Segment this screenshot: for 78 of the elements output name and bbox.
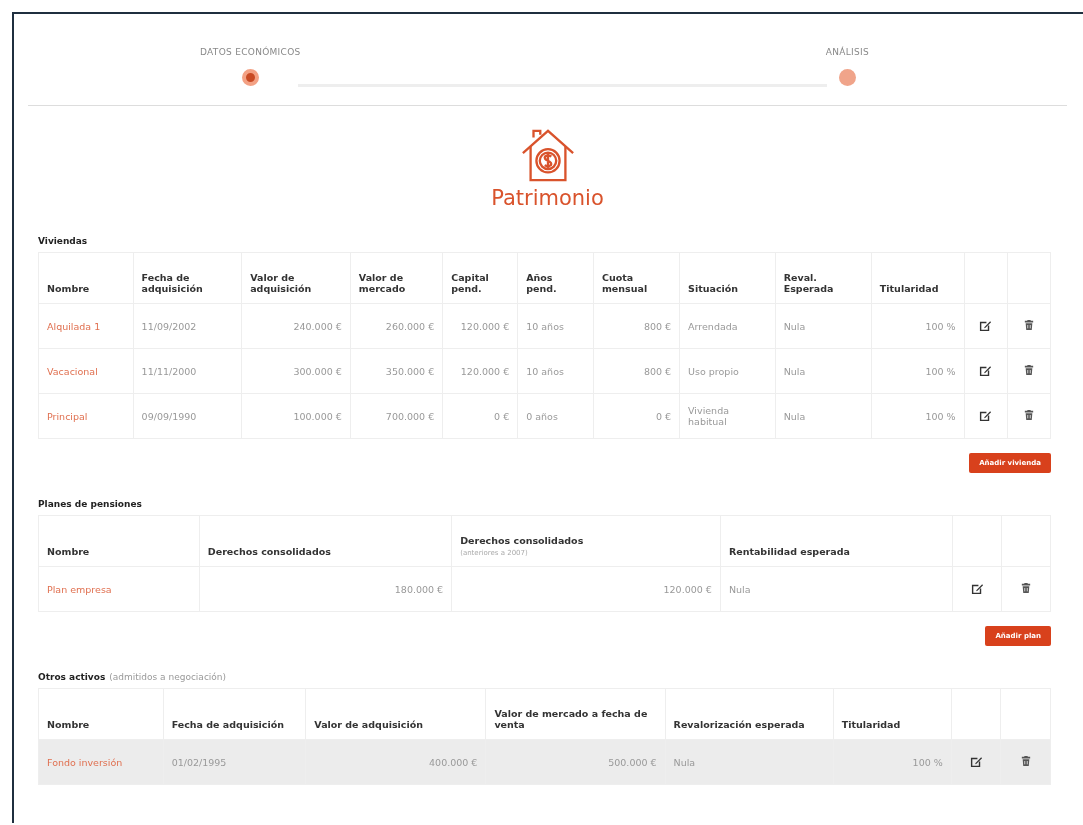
table-row[interactable]: Plan empresa 180.000 € 120.000 € Nula — [38, 566, 1051, 612]
table-cell: 400.000 € — [429, 756, 478, 768]
column-header: Titularidad — [833, 688, 952, 740]
column-header: Fecha de adquisición — [163, 688, 306, 740]
table-cell: 100.000 € — [293, 410, 342, 422]
table-cell: 01/02/1995 — [171, 756, 227, 768]
column-header: Reval. Esperada — [775, 252, 872, 304]
table-row[interactable]: Fondo inversión 01/02/1995 400.000 € 500.000 € Nula 100 % — [38, 739, 1051, 785]
section-heading: Viviendas — [38, 236, 88, 246]
table-row[interactable]: Alquilada 1 11/09/2002 240.000 € 260.000 € 120.000 € 10 años 800 € Arrendada Nula 100 % — [38, 303, 1051, 349]
column-header: Nombre — [38, 688, 164, 740]
table-cell: 0 € — [655, 410, 672, 422]
column-header: Titularidad — [871, 252, 965, 304]
table-cell: 120.000 € — [460, 365, 510, 377]
table-cell: 350.000 € — [385, 365, 435, 377]
table-cell: 800 € — [643, 365, 672, 377]
table-cell: 700.000 € — [385, 410, 435, 422]
table-cell: 120.000 € — [663, 583, 712, 595]
column-header: Rentabilidad esperada — [720, 515, 953, 567]
table-cell: 10 años — [526, 365, 564, 377]
column-header: Derechos consolidados — [199, 515, 452, 567]
step-label[interactable]: ANÁLISIS — [825, 47, 869, 57]
table-cell: 240.000 € — [293, 320, 342, 332]
column-header: Años pend. — [517, 252, 594, 304]
table-cell: Nula — [783, 365, 806, 377]
table-cell: 100 % — [925, 320, 956, 332]
column-header: Capital pend. — [442, 252, 518, 304]
table-cell: 180.000 € — [394, 583, 444, 595]
step-label[interactable]: DATOS ECONÓMICOS — [200, 47, 301, 57]
page-title: Patrimonio — [491, 186, 604, 210]
column-header: Fecha de adquisición — [133, 252, 242, 304]
table-cell: 100 % — [925, 410, 956, 422]
table-cell: 100 % — [925, 365, 956, 377]
column-header: Valor de adquisición — [241, 252, 351, 304]
name-link[interactable]: Fondo inversión — [47, 756, 123, 768]
table-cell: 500.000 € — [608, 756, 657, 768]
table-cell: 11/09/2002 — [141, 320, 197, 332]
step-dot[interactable] — [241, 69, 259, 86]
section-heading: Planes de pensiones — [38, 499, 142, 509]
table-cell: 800 € — [643, 320, 672, 332]
table-cell: Nula — [783, 410, 806, 422]
column-header: Valor de adquisición — [305, 688, 486, 740]
table-cell: 0 años — [526, 410, 558, 422]
name-link[interactable]: Vacacional — [47, 365, 98, 377]
column-header: Revalorización esperada — [665, 688, 834, 740]
table-cell: Nula — [673, 756, 696, 768]
table-cell: 0 € — [494, 410, 510, 422]
table-cell: Vivienda habitual — [688, 405, 729, 427]
column-header: Situación — [679, 252, 776, 304]
column-header: Cuota mensual — [593, 252, 680, 304]
name-link[interactable]: Principal — [47, 410, 88, 422]
table-cell: Arrendada — [688, 320, 738, 332]
trash-icon[interactable] — [1024, 319, 1035, 331]
table-cell: 120.000 € — [460, 320, 510, 332]
table-cell: 300.000 € — [293, 365, 342, 377]
column-header: Valor de mercado — [350, 252, 443, 304]
step-dot[interactable] — [838, 69, 856, 86]
table-cell: 11/11/2000 — [141, 365, 197, 377]
trash-icon[interactable] — [1024, 364, 1035, 376]
section-heading: Otros activos — [38, 672, 106, 682]
name-link[interactable]: Alquilada 1 — [47, 320, 101, 332]
trash-icon[interactable] — [1024, 409, 1035, 421]
section-note: (admitidos a negociación) — [109, 672, 227, 682]
table-cell: Nula — [783, 320, 806, 332]
column-header: Valor de mercado a fecha de venta — [485, 688, 666, 740]
table-cell: Uso propio — [688, 365, 739, 377]
trash-icon[interactable] — [1021, 582, 1032, 594]
table-row[interactable]: Principal 09/09/1990 100.000 € 700.000 € 0 € 0 años 0 € Vivienda habitual Nula 100 % — [38, 393, 1051, 439]
column-header: Nombre — [38, 252, 134, 304]
table-cell: 09/09/1990 — [141, 410, 197, 422]
table-cell: 260.000 € — [385, 320, 435, 332]
table-cell: 100 % — [912, 756, 943, 768]
trash-icon[interactable] — [1020, 755, 1031, 767]
table-cell: 10 años — [526, 320, 564, 332]
table-row[interactable]: Vacacional 11/11/2000 300.000 € 350.000 € 120.000 € 10 años 800 € Uso propio Nula 100 % — [38, 348, 1051, 394]
name-link[interactable]: Plan empresa — [47, 583, 112, 595]
column-header: Nombre — [38, 515, 200, 567]
table-cell: Nula — [728, 583, 751, 595]
